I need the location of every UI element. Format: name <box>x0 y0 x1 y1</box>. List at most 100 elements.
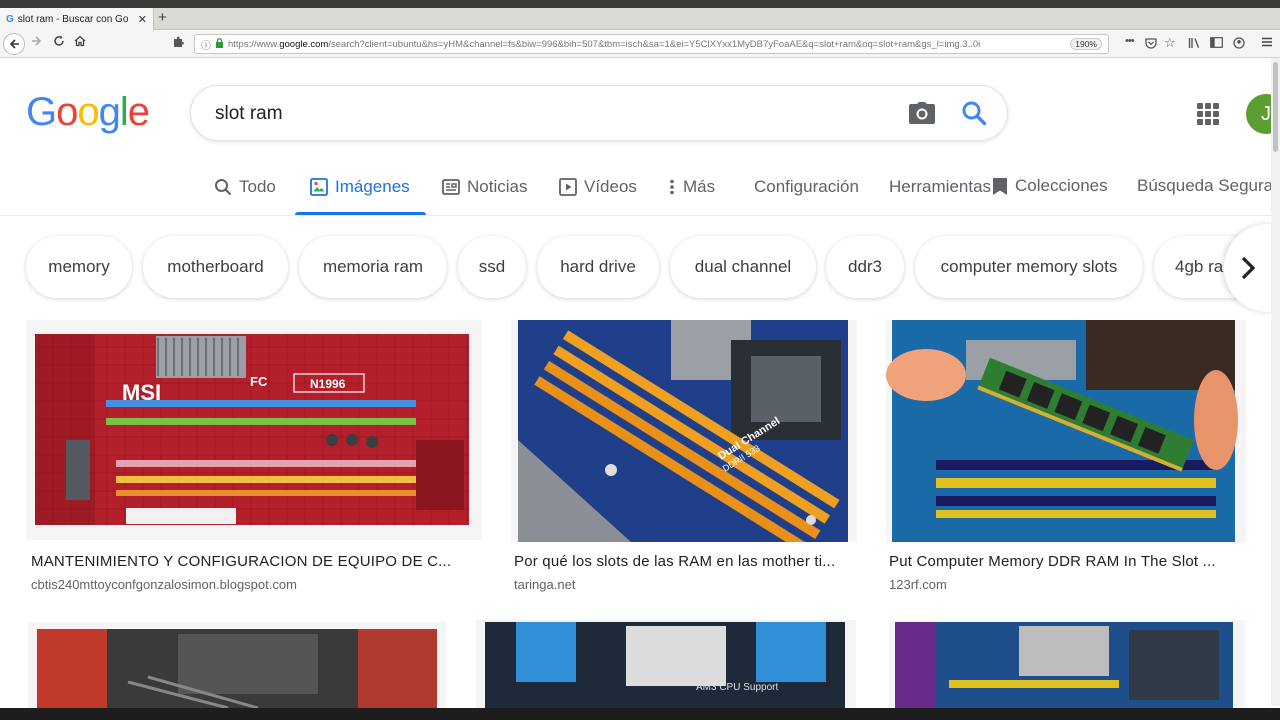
result-image-1[interactable]: MSI FC N1996 <box>26 320 482 540</box>
logo-letter: o <box>56 90 78 134</box>
arrow-left-icon <box>9 39 19 49</box>
result-source-1[interactable]: cbtis240mttoyconfgonzalosimon.blogspot.c… <box>31 577 297 592</box>
browser-tabstrip: G slot ram - Buscar con Go ✕ + <box>0 8 1280 31</box>
reload-icon <box>54 35 64 46</box>
chip[interactable]: memory <box>26 236 132 298</box>
address-bar[interactable]: ⓘ https://www.google.com/search?client=u… <box>194 34 1109 54</box>
search-tabs: Todo Imágenes Noticias Vídeos Más Config… <box>0 168 1280 216</box>
more-vert-icon <box>668 178 676 196</box>
tab-videos[interactable]: Vídeos <box>559 177 637 197</box>
tab-todo[interactable]: Todo <box>214 177 276 197</box>
google-favicon-icon: G <box>6 14 14 25</box>
chip[interactable]: hard drive <box>537 236 659 298</box>
zoom-level-badge[interactable]: 190% <box>1070 38 1102 50</box>
result-image-3[interactable] <box>886 320 1246 542</box>
motherboard-red-image: MSI FC N1996 <box>35 334 469 525</box>
chip[interactable]: motherboard <box>143 236 288 298</box>
info-icon[interactable]: ⓘ <box>201 37 211 52</box>
result-title-3[interactable]: Put Computer Memory DDR RAM In The Slot … <box>889 553 1234 570</box>
hamburger-menu-icon[interactable] <box>1261 37 1273 50</box>
logo-letter: G <box>26 90 57 134</box>
tab-herramientas[interactable]: Herramientas <box>889 177 991 197</box>
google-apps-icon[interactable] <box>1197 103 1219 125</box>
ram-install-image <box>886 320 1238 542</box>
camera-icon[interactable] <box>909 102 935 124</box>
cpu-support-text: AM3 CPU Support <box>696 682 778 693</box>
logo-letter: l <box>119 90 129 134</box>
scrollbar-thumb[interactable] <box>1273 62 1278 152</box>
tab-mas[interactable]: Más <box>668 177 715 197</box>
collections-link[interactable]: Colecciones <box>992 176 1108 196</box>
news-icon <box>442 179 460 195</box>
account-icon[interactable] <box>1233 37 1245 52</box>
image-icon <box>310 178 328 196</box>
page-actions-menu-icon[interactable]: ••• <box>1125 35 1135 47</box>
result-image-6[interactable] <box>889 620 1245 708</box>
tab-configuracion-label: Configuración <box>754 177 859 196</box>
active-tab-indicator <box>295 212 426 215</box>
lock-icon <box>215 38 224 50</box>
video-bottom-bar <box>0 708 1280 720</box>
result-image-5[interactable]: AM3 CPU Support <box>476 620 856 708</box>
arrow-right-icon <box>32 36 42 46</box>
chip[interactable]: dual channel <box>670 236 816 298</box>
chip[interactable]: ddr3 <box>826 236 904 298</box>
puzzle-icon <box>174 36 184 47</box>
tab-noticias[interactable]: Noticias <box>442 177 527 197</box>
motherboard-dark-image <box>37 629 437 708</box>
google-logo[interactable]: Google <box>26 90 150 135</box>
result-title-1[interactable]: MANTENIMIENTO Y CONFIGURACION DE EQUIPO … <box>31 553 469 570</box>
result-image-2[interactable]: Dual Channel DDRII 533 <box>511 320 857 542</box>
video-play-icon <box>559 178 577 196</box>
home-icon <box>74 35 86 47</box>
motherboard-purple-image <box>895 622 1233 708</box>
motherboard-blue-image: Dual Channel DDRII 533 <box>518 320 848 542</box>
collections-label: Colecciones <box>1015 176 1108 195</box>
url-path: /search?client=ubuntu&hs=yHM&channel=fs&… <box>328 38 981 50</box>
fc-mark-text: FC <box>250 374 268 389</box>
tab-todo-label: Todo <box>239 177 276 196</box>
related-search-chips: memory motherboard memoria ram ssd hard … <box>0 236 1280 300</box>
back-button[interactable] <box>3 33 25 55</box>
search-icon[interactable] <box>961 100 987 126</box>
library-icon[interactable] <box>1188 37 1201 52</box>
result-source-2[interactable]: taringa.net <box>514 577 575 592</box>
sidebar-icon[interactable] <box>1210 37 1223 51</box>
logo-letter: e <box>127 90 150 134</box>
result-source-3[interactable]: 123rf.com <box>889 577 947 592</box>
chip[interactable]: computer memory slots <box>915 236 1143 298</box>
search-input[interactable] <box>215 100 875 128</box>
logo-letter: o <box>77 90 99 134</box>
pocket-icon[interactable] <box>1145 37 1157 52</box>
tab-videos-label: Vídeos <box>584 177 637 196</box>
result-title-2[interactable]: Por qué los slots de las RAM en las moth… <box>514 553 854 570</box>
os-top-bar <box>0 0 1280 8</box>
tab-close-icon[interactable]: ✕ <box>138 13 147 26</box>
logo-letter: g <box>98 90 121 134</box>
cpu-socket-image: AM3 CPU Support <box>485 622 845 708</box>
reload-button[interactable] <box>53 35 65 50</box>
forward-button[interactable] <box>31 35 43 50</box>
url-text[interactable]: https://www.google.com/search?client=ubu… <box>228 39 1066 50</box>
search-icon <box>214 178 232 196</box>
new-tab-button[interactable]: + <box>158 9 167 26</box>
chip[interactable]: ssd <box>458 236 526 298</box>
bookmark-star-icon[interactable]: ☆ <box>1164 35 1176 51</box>
home-button[interactable] <box>74 35 86 50</box>
tab-imagenes[interactable]: Imágenes <box>310 177 410 197</box>
model-number-text: N1996 <box>310 377 346 391</box>
safe-search-link[interactable]: Búsqueda Segura <box>1137 176 1273 196</box>
search-box <box>190 85 1008 141</box>
page-scrollbar[interactable] <box>1271 58 1280 706</box>
browser-window: G slot ram - Buscar con Go ✕ + ⓘ https:/… <box>0 0 1280 720</box>
extensions-button[interactable] <box>172 35 185 51</box>
tab-imagenes-label: Imágenes <box>335 177 410 196</box>
browser-tab-active[interactable]: G slot ram - Buscar con Go ✕ <box>0 8 154 31</box>
url-prefix: https://www. <box>228 38 280 50</box>
tab-configuracion[interactable]: Configuración <box>754 177 859 197</box>
tab-mas-label: Más <box>683 177 716 196</box>
tab-noticias-label: Noticias <box>467 177 528 196</box>
safe-search-label: Búsqueda Segura <box>1137 176 1274 195</box>
chip[interactable]: memoria ram <box>299 236 447 298</box>
result-image-4[interactable] <box>28 622 446 708</box>
